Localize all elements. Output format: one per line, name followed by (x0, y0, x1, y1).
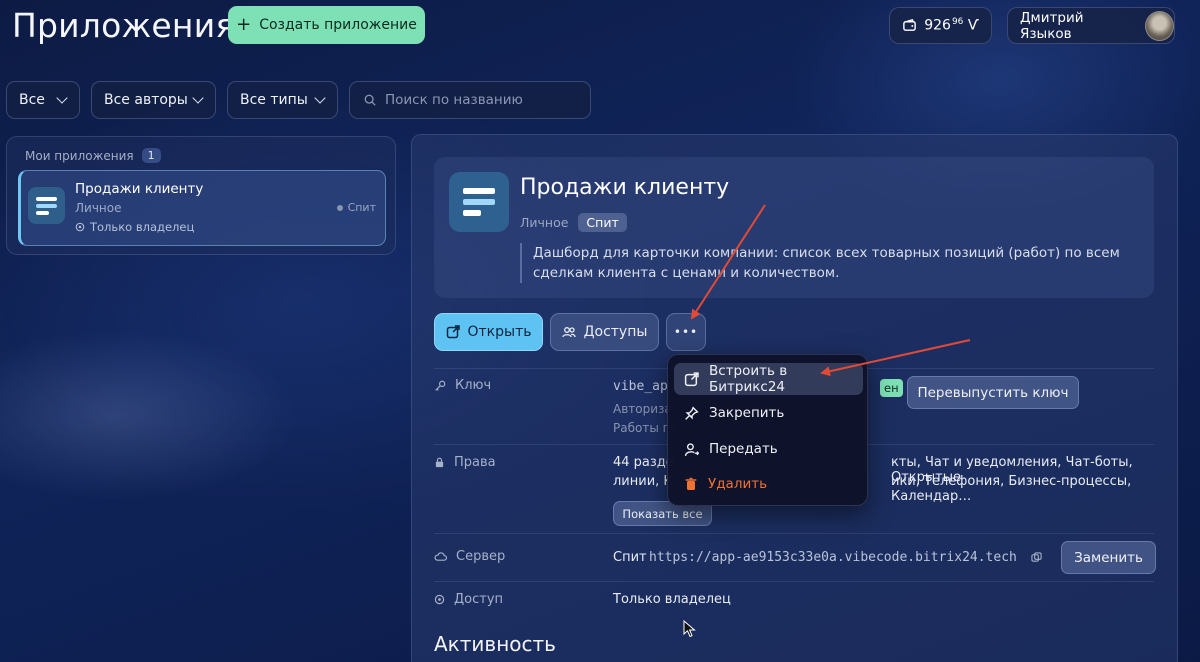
arrow-to-more-button (690, 204, 766, 320)
annotation-arrows (690, 204, 971, 377)
mouse-cursor-icon (683, 620, 696, 638)
arrow-to-embed-item (820, 339, 971, 377)
